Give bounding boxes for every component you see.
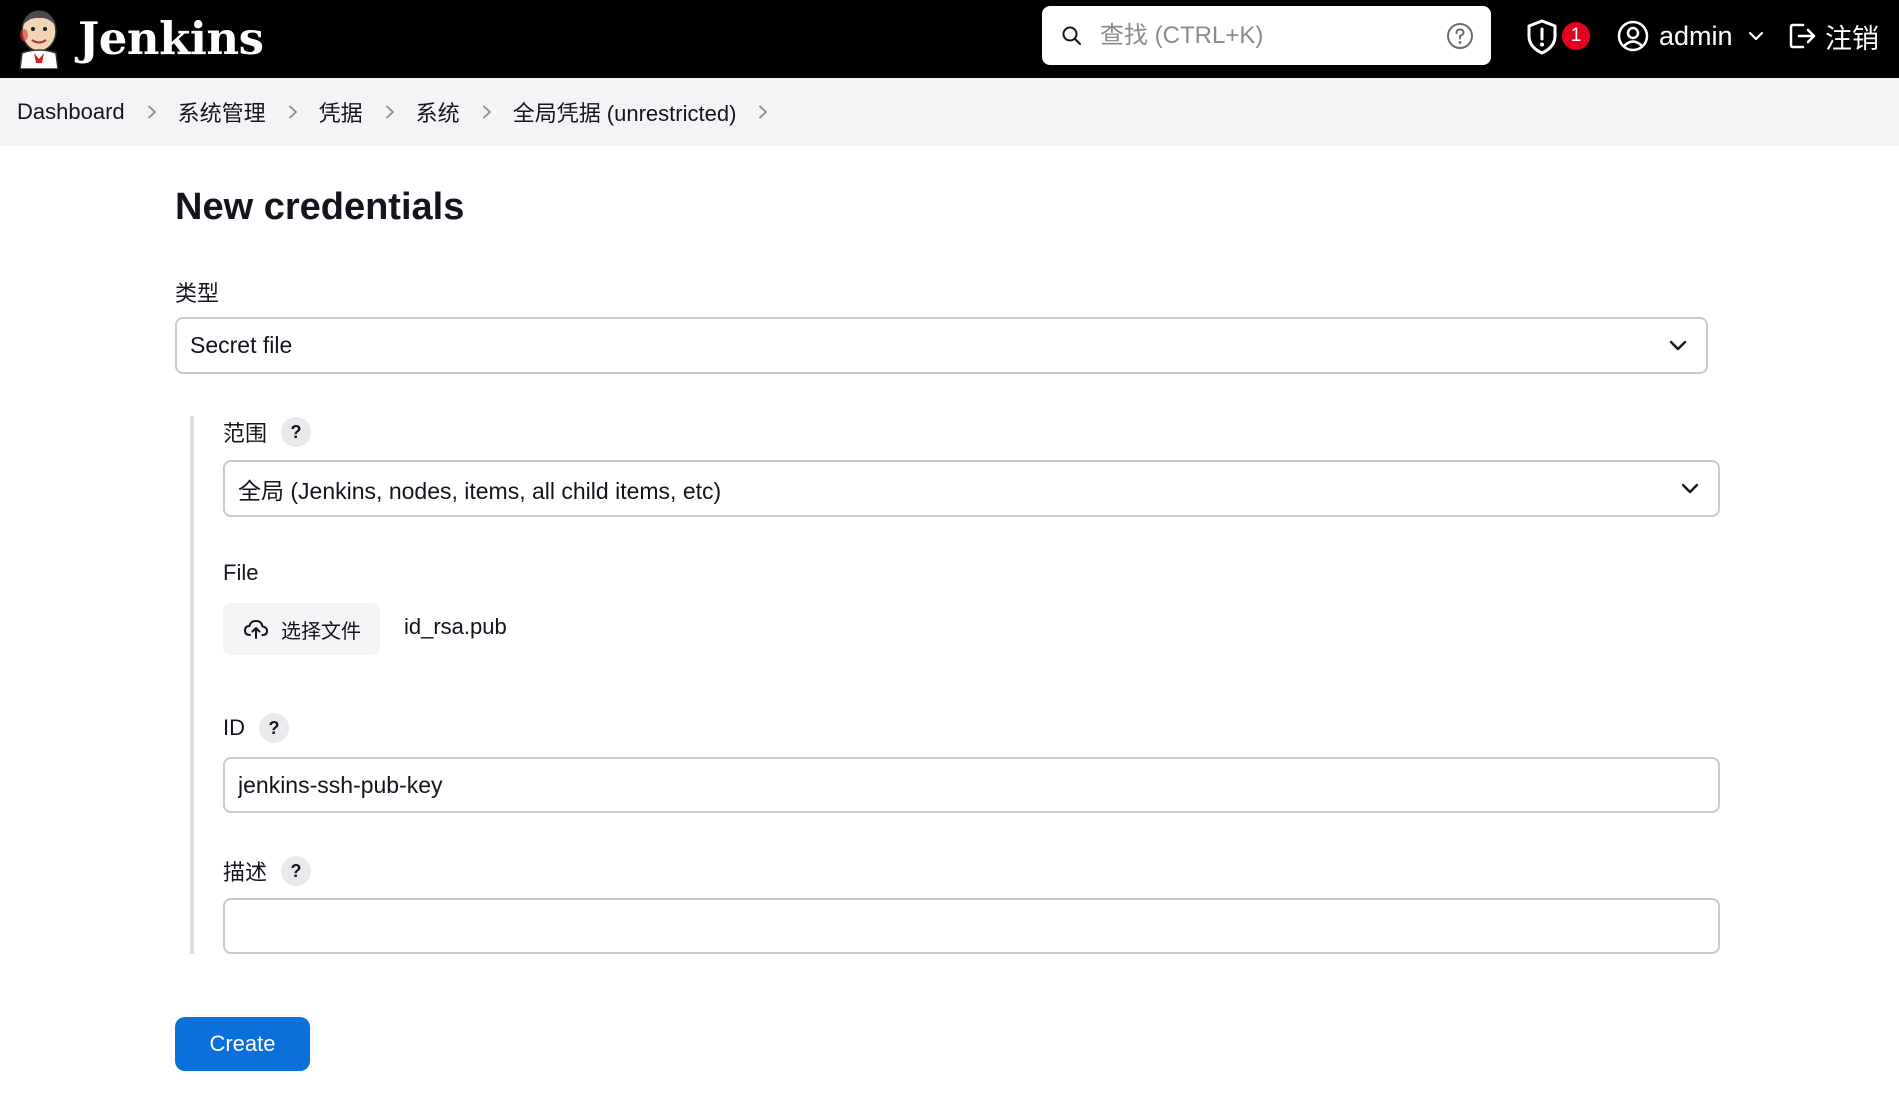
choose-file-button[interactable]: 选择文件 [223,603,380,655]
id-label: ID ? [223,713,289,743]
jenkins-logo-icon [19,10,59,69]
id-label-text: ID [223,715,245,740]
create-button[interactable]: Create [175,1017,310,1071]
user-menu[interactable]: admin [1617,16,1765,56]
upload-cloud-icon [244,620,268,639]
shield-alert-icon[interactable] [1522,17,1562,57]
file-label: File [223,560,258,586]
chevron-right-icon[interactable] [756,105,770,119]
breadcrumb-global-credentials[interactable]: 全局凭据 (unrestricted) [513,96,737,128]
id-help-button[interactable]: ? [259,713,289,743]
chevron-down-icon [1681,483,1699,494]
page-title: New credentials [175,186,465,228]
file-label-text: File [223,560,259,585]
chevron-right-icon[interactable] [383,105,397,119]
type-label-text: 类型 [175,281,220,306]
scope-select-value: 全局 (Jenkins, nodes, items, all child ite… [238,477,722,504]
security-badge[interactable]: 1 [1562,22,1590,50]
description-input[interactable] [223,898,1720,954]
top-header: Jenkins 1 admin [0,0,1899,78]
scope-label: 范围 ? [223,416,312,448]
description-label-text: 描述 [223,860,268,885]
description-label: 描述 ? [223,855,312,887]
chevron-down-icon [1669,340,1687,351]
type-select[interactable]: Secret file [175,317,1708,374]
search-input[interactable] [1100,6,1430,65]
search-icon [1062,26,1081,45]
nested-section-bar [190,416,194,954]
breadcrumb-manage[interactable]: 系统管理 [178,96,266,128]
app-name: Jenkins [78,11,264,65]
breadcrumb: Dashboard 系统管理 凭据 系统 全局凭据 (unrestricted) [0,78,1899,146]
user-circle-icon [1617,20,1649,52]
chevron-right-icon[interactable] [145,105,159,119]
help-circle-icon[interactable] [1446,22,1474,50]
jenkins-home-link[interactable]: Jenkins [14,6,264,70]
choose-file-label: 选择文件 [281,620,361,643]
chevron-right-icon[interactable] [286,105,300,119]
type-select-value: Secret file [190,332,293,358]
breadcrumb-dashboard[interactable]: Dashboard [17,99,125,125]
logout-label: 注销 [1825,23,1879,54]
breadcrumb-system[interactable]: 系统 [416,96,460,128]
chevron-down-icon [1748,31,1763,41]
chevron-right-icon[interactable] [480,105,494,119]
scope-label-text: 范围 [223,421,268,446]
search-box[interactable] [1042,6,1491,65]
breadcrumb-credentials[interactable]: 凭据 [319,96,363,128]
user-name: admin [1659,20,1733,51]
logout-link[interactable]: 注销 [1787,16,1879,56]
selected-file-name: id_rsa.pub [404,614,507,639]
scope-select[interactable]: 全局 (Jenkins, nodes, items, all child ite… [223,460,1720,517]
id-input[interactable] [223,757,1720,813]
logout-icon [1789,23,1816,49]
description-help-button[interactable]: ? [281,856,312,886]
scope-help-button[interactable]: ? [281,417,312,447]
type-label: 类型 [175,276,219,308]
